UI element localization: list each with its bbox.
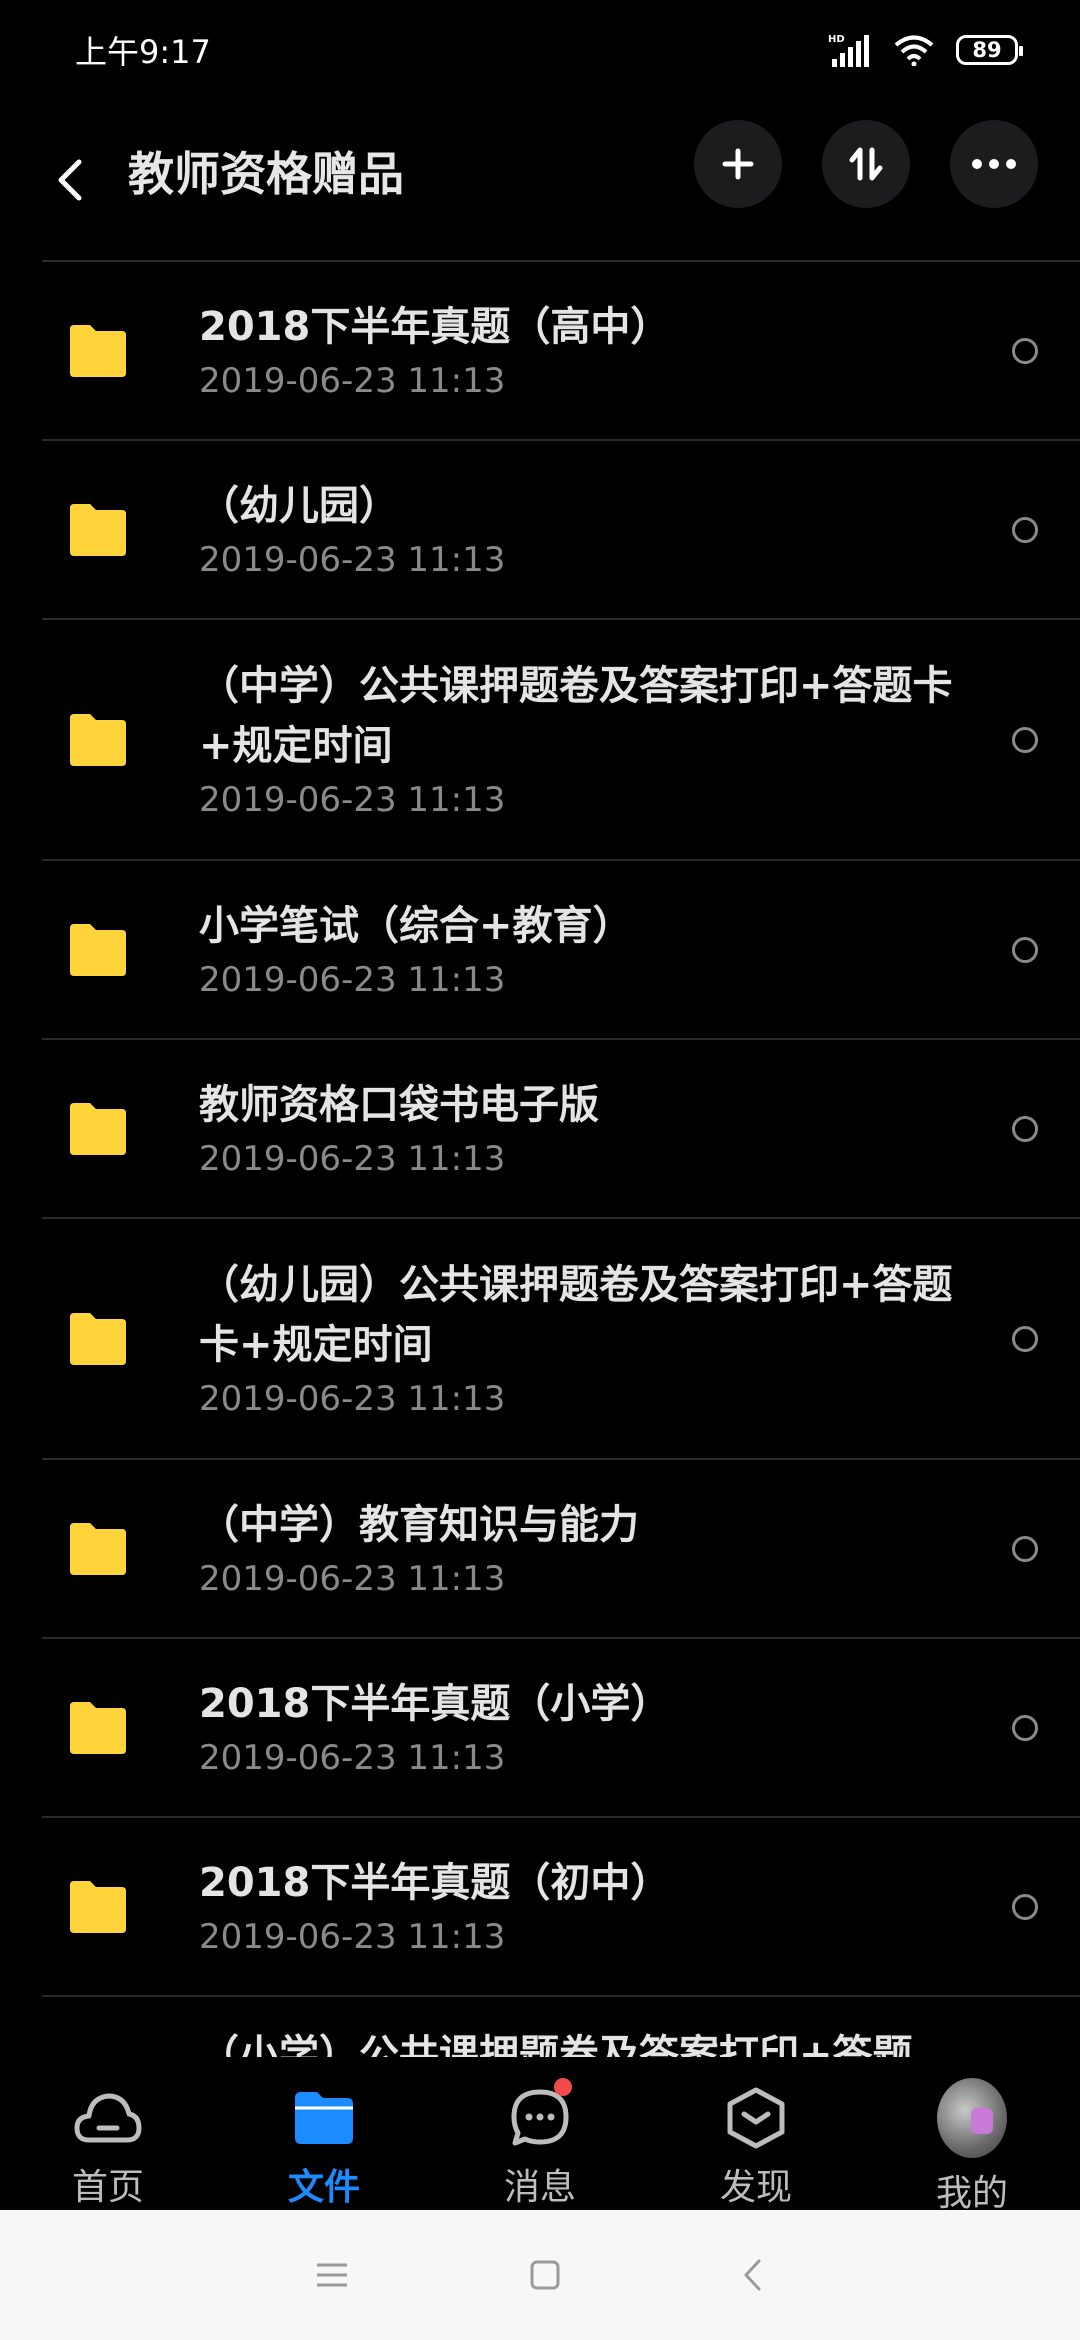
select-radio[interactable] — [1012, 726, 1038, 753]
file-name: 2018下半年真题（小学） — [199, 1680, 671, 1727]
file-date: 2019-06-23 11:13 — [199, 1558, 506, 1599]
add-button[interactable] — [694, 120, 782, 208]
file-name: 2018下半年真题（初中） — [199, 1859, 671, 1906]
file-date: 2019-06-23 11:13 — [199, 1138, 506, 1179]
wifi-icon — [894, 35, 934, 66]
select-radio[interactable] — [1012, 516, 1038, 543]
status-bar: 上午9:17 HD 89 — [0, 0, 1080, 100]
file-date: 2019-06-23 11:13 — [199, 539, 506, 580]
folder-icon — [70, 713, 126, 766]
file-name: （小学）公共课押题卷及答案打印+答题 — [199, 2032, 913, 2057]
tab-label: 文件 — [287, 2167, 360, 2208]
status-icons: HD 89 — [828, 33, 1023, 67]
cloud-icon — [74, 2093, 142, 2143]
tab-me[interactable]: 我的 — [864, 2060, 1080, 2214]
select-radio[interactable] — [1012, 1115, 1038, 1142]
file-name: （幼儿园）公共课押题卷及答案打印+答题卡+规定时间 — [199, 1261, 953, 1368]
folder-icon — [70, 1701, 126, 1754]
file-name: 教师资格口袋书电子版 — [199, 1081, 599, 1128]
back-button[interactable] — [45, 150, 95, 210]
folder-icon — [70, 1102, 126, 1155]
folder-icon — [70, 503, 126, 556]
tab-messages[interactable]: 消息 — [432, 2060, 648, 2210]
tab-label: 发现 — [719, 2167, 792, 2208]
select-radio[interactable] — [1012, 1325, 1038, 1352]
message-icon — [511, 2089, 569, 2146]
plus-icon — [722, 148, 754, 180]
file-date: 2019-06-23 11:13 — [199, 1737, 506, 1778]
list-item[interactable]: 2018下半年真题（小学） 2019-06-23 11:13 — [42, 1639, 1080, 1818]
tab-files[interactable]: 文件 — [216, 2060, 432, 2210]
list-item[interactable]: 教师资格口袋书电子版 2019-06-23 11:13 — [42, 1040, 1080, 1219]
signal-icon: HD — [828, 34, 869, 67]
home-square-icon[interactable] — [529, 2259, 561, 2291]
file-date: 2019-06-23 11:13 — [199, 959, 506, 1000]
list-item[interactable]: （中学）教育知识与能力 2019-06-23 11:13 — [42, 1460, 1080, 1639]
sort-icon — [849, 147, 883, 181]
header: 教师资格赠品 — [0, 100, 1080, 260]
tab-label: 首页 — [71, 2167, 144, 2208]
select-radio[interactable] — [1012, 1714, 1038, 1741]
list-item[interactable]: 2018下半年真题（高中） 2019-06-23 11:13 — [42, 262, 1080, 441]
page-title: 教师资格赠品 — [128, 147, 404, 201]
status-time: 上午9:17 — [75, 33, 211, 71]
file-name: 小学笔试（综合+教育） — [199, 902, 633, 949]
file-name: （中学）公共课押题卷及答案打印+答题卡+规定时间 — [199, 662, 953, 769]
select-radio[interactable] — [1012, 936, 1038, 963]
file-date: 2019-06-23 11:13 — [199, 1378, 506, 1419]
back-triangle-icon[interactable] — [741, 2258, 765, 2292]
avatar — [937, 2078, 1007, 2158]
bottom-tab-bar: 首页 文件 消息 发现 我的 — [0, 2060, 1080, 2214]
folder-icon — [70, 1312, 126, 1365]
file-date: 2019-06-23 11:13 — [199, 360, 506, 401]
file-date: 2019-06-23 11:13 — [199, 1916, 506, 1957]
folder-icon — [70, 324, 126, 377]
sort-button[interactable] — [822, 120, 910, 208]
battery-level: 89 — [972, 38, 1002, 62]
file-name: 2018下半年真题（高中） — [199, 303, 671, 350]
select-radio[interactable] — [1012, 1535, 1038, 1562]
folder-icon — [70, 1880, 126, 1933]
chevron-left-icon — [58, 159, 82, 201]
tab-home[interactable]: 首页 — [0, 2060, 216, 2210]
file-name: （幼儿园） — [199, 482, 399, 529]
list-item[interactable]: （幼儿园） 2019-06-23 11:13 — [42, 441, 1080, 620]
discover-icon — [727, 2087, 785, 2149]
network-label: HD — [828, 34, 845, 45]
tab-discover[interactable]: 发现 — [648, 2060, 864, 2210]
list-item[interactable]: （幼儿园）公共课押题卷及答案打印+答题卡+规定时间 2019-06-23 11:1… — [42, 1219, 1080, 1460]
list-item[interactable]: （中学）公共课押题卷及答案打印+答题卡+规定时间 2019-06-23 11:13 — [42, 620, 1080, 861]
folder-icon — [295, 2092, 353, 2144]
more-button[interactable] — [950, 120, 1038, 208]
menu-icon[interactable] — [315, 2261, 349, 2289]
file-list[interactable]: 2018下半年真题（高中） 2019-06-23 11:13 （幼儿园） 2019-… — [42, 260, 1080, 2060]
select-radio[interactable] — [1012, 337, 1038, 364]
file-date: 2019-06-23 11:13 — [199, 779, 506, 820]
file-name: （中学）教育知识与能力 — [199, 1501, 639, 1548]
battery-indicator: 89 — [956, 35, 1023, 65]
list-item[interactable]: 小学笔试（综合+教育） 2019-06-23 11:13 — [42, 861, 1080, 1040]
more-icon — [972, 159, 1016, 169]
tab-label: 我的 — [935, 2173, 1008, 2214]
folder-icon — [70, 1522, 126, 1575]
select-radio[interactable] — [1012, 1893, 1038, 1920]
notification-badge — [554, 2078, 572, 2096]
folder-icon — [70, 923, 126, 976]
list-item[interactable]: 2018下半年真题（初中） 2019-06-23 11:13 — [42, 1818, 1080, 1997]
tab-label: 消息 — [503, 2167, 576, 2208]
list-item[interactable]: （小学）公共课押题卷及答案打印+答题 — [42, 1997, 1080, 2057]
system-nav-bar — [0, 2210, 1080, 2340]
